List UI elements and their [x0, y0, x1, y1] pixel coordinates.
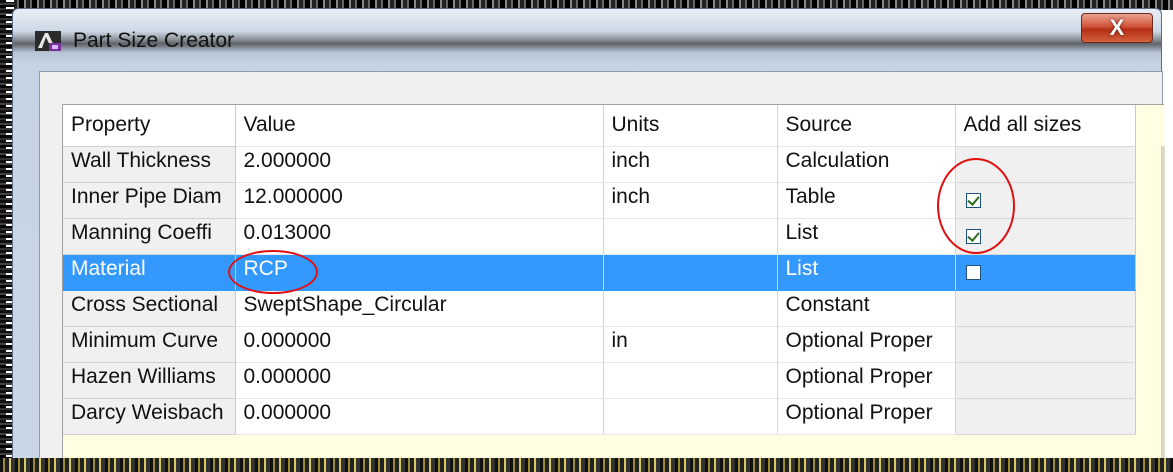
value-cell-text: 0.013000 [243, 221, 332, 244]
source-cell[interactable]: List [777, 218, 956, 255]
property-grid: Property Value Units Source Add all size… [62, 104, 1165, 472]
source-cell-text: Calculation [785, 149, 890, 172]
add-all-sizes-cell [955, 254, 1136, 291]
table-row[interactable]: Minimum Curve 0.000000 in Optional Proper [63, 326, 1136, 363]
value-cell-text: 0.000000 [243, 329, 332, 352]
property-cell[interactable]: Manning Coeffi [63, 218, 236, 255]
header-row: Property Value Units Source Add all size… [63, 105, 1136, 147]
table-row[interactable]: Cross Sectional SweptShape_Circular Consta… [63, 290, 1136, 327]
source-cell[interactable]: List [777, 254, 956, 291]
window-title: Part Size Creator [73, 29, 235, 52]
property-cell-text: Manning Coeffi [71, 221, 212, 244]
source-cell[interactable]: Optional Proper [777, 362, 956, 399]
column-header-property[interactable]: Property [63, 105, 236, 147]
civil3d-app-icon [35, 31, 61, 51]
units-cell-text: inch [611, 185, 651, 208]
source-cell-text: Optional Proper [785, 401, 933, 424]
units-cell[interactable]: inch [603, 146, 778, 183]
units-cell[interactable]: in [603, 326, 778, 363]
property-cell[interactable]: Minimum Curve [63, 326, 236, 363]
table-row[interactable]: Darcy Weisbach 0.000000 Optional Proper [63, 398, 1136, 435]
units-cell[interactable]: inch [603, 182, 778, 219]
title-bar[interactable]: Part Size Creator X [13, 9, 1161, 65]
property-cell-text: Wall Thickness [71, 149, 212, 172]
source-cell-text: List [785, 257, 819, 280]
value-cell-text: 12.000000 [243, 185, 343, 208]
property-cell[interactable]: Wall Thickness [63, 146, 236, 183]
property-cell-text: Inner Pipe Diam [71, 185, 222, 208]
annotation-circle-rcp [228, 250, 318, 294]
value-cell[interactable]: 12.000000 [235, 182, 604, 219]
source-cell[interactable]: Table [777, 182, 956, 219]
torn-edge-bottom [0, 458, 1173, 472]
source-cell-text: Optional Proper [785, 329, 933, 352]
source-cell[interactable]: Optional Proper [777, 326, 956, 363]
property-cell-text: Material [71, 257, 146, 280]
property-cell[interactable]: Cross Sectional [63, 290, 236, 327]
value-cell[interactable]: 0.000000 [235, 362, 604, 399]
units-cell[interactable] [603, 218, 778, 255]
source-cell-text: Constant [785, 293, 870, 316]
add-all-sizes-cell [955, 398, 1136, 435]
value-cell-text: 2.000000 [243, 149, 332, 172]
annotation-circle-checkboxes [937, 158, 1015, 254]
add-all-sizes-cell [955, 290, 1136, 327]
property-cell-text: Hazen Williams [71, 365, 216, 388]
value-cell-text: 0.000000 [243, 401, 332, 424]
property-cell-text: Minimum Curve [71, 329, 219, 352]
add-all-sizes-cell [955, 326, 1136, 363]
client-area: Property Value Units Source Add all size… [39, 71, 1165, 472]
close-button[interactable]: X [1081, 13, 1153, 43]
property-cell[interactable]: Material [63, 254, 236, 291]
value-cell[interactable]: 0.000000 [235, 326, 604, 363]
units-cell[interactable] [603, 398, 778, 435]
column-header-units[interactable]: Units [603, 105, 778, 147]
property-cell-text: Darcy Weisbach [71, 401, 224, 424]
table-row[interactable]: Material RCP List [63, 254, 1136, 291]
value-cell[interactable]: SweptShape_Circular [235, 290, 604, 327]
property-table: Property Value Units Source Add all size… [63, 105, 1136, 435]
property-cell[interactable]: Inner Pipe Diam [63, 182, 236, 219]
value-cell[interactable]: 0.013000 [235, 218, 604, 255]
value-cell[interactable]: 2.000000 [235, 146, 604, 183]
column-header-source[interactable]: Source [777, 105, 956, 147]
property-cell-text: Cross Sectional [71, 293, 219, 316]
column-header-add-all-sizes[interactable]: Add all sizes [955, 105, 1136, 147]
source-cell-text: List [785, 221, 819, 244]
source-cell-text: Table [785, 185, 836, 208]
add-all-sizes-cell [955, 362, 1136, 399]
value-cell-text: 0.000000 [243, 365, 332, 388]
units-cell-text: in [611, 329, 628, 352]
source-cell[interactable]: Constant [777, 290, 956, 327]
column-header-value[interactable]: Value [235, 105, 604, 147]
value-cell[interactable]: 0.000000 [235, 398, 604, 435]
add-all-sizes-checkbox[interactable] [965, 264, 981, 280]
property-cell[interactable]: Hazen Williams [63, 362, 236, 399]
units-cell-text: inch [611, 149, 651, 172]
source-cell[interactable]: Optional Proper [777, 398, 956, 435]
property-cell[interactable]: Darcy Weisbach [63, 398, 236, 435]
value-cell-text: SweptShape_Circular [243, 293, 447, 316]
grid-edge-strip [1161, 146, 1165, 472]
units-cell[interactable] [603, 362, 778, 399]
source-cell-text: Optional Proper [785, 365, 933, 388]
units-cell[interactable] [603, 290, 778, 327]
source-cell[interactable]: Calculation [777, 146, 956, 183]
table-row[interactable]: Hazen Williams 0.000000 Optional Proper [63, 362, 1136, 399]
units-cell[interactable] [603, 254, 778, 291]
